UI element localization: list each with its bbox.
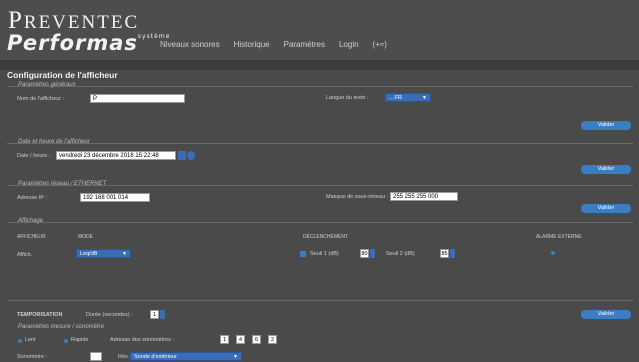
validate-general-button[interactable]: Valider [581, 121, 631, 130]
product-name: Performas [7, 31, 138, 55]
mode-select[interactable]: Leq/dB ▼ [76, 249, 131, 258]
name-label: Nom de l'afficheur : [17, 96, 65, 102]
seuil1-spinner[interactable] [370, 249, 375, 258]
mask-label: Masque de sous-réseau : [326, 194, 389, 200]
duration-spinner[interactable] [160, 310, 165, 319]
trigger-checkbox[interactable] [300, 251, 306, 257]
radio-fast[interactable] [64, 339, 68, 343]
seuil2-input[interactable]: 85 [440, 249, 449, 258]
name-input[interactable]: P [90, 94, 185, 103]
alarm-indicator[interactable] [551, 251, 555, 255]
radio-slow[interactable] [18, 339, 22, 343]
ip-label: Adresse IP : [17, 195, 47, 201]
seuil2-label: Seuil 2 (dB) [386, 251, 415, 257]
datetime-legend: Date et heure de l'afficheur [18, 139, 90, 145]
lang-label: Langue du texte : [326, 95, 369, 101]
lang-select[interactable]: …FR ▼ [385, 93, 431, 102]
nav-login[interactable]: Login [339, 40, 359, 49]
col-afficheur: AFFICHEUR [17, 234, 46, 240]
general-legend: Paramètres généraux [18, 82, 76, 88]
logo-cap: P [8, 7, 24, 34]
validate-web-button[interactable]: Valider [581, 310, 631, 319]
section-divider [7, 222, 633, 223]
digit-input[interactable]: 4 [236, 335, 245, 344]
digit-input[interactable]: 2 [268, 335, 277, 344]
network-legend: Paramètres réseau / ETHERNET [18, 181, 107, 187]
digit-input[interactable]: 1 [220, 335, 229, 344]
datetime-label: Date / heure : [17, 153, 51, 159]
sensor-value: Sonde d'extérieur [134, 354, 177, 360]
display-legend: Affichage [18, 218, 44, 224]
mode-value: Leq/dB [80, 251, 98, 257]
page-title: Configuration de l'afficheur [7, 70, 118, 80]
section-divider [7, 143, 633, 144]
duration-label: Durée (secondes) : [86, 312, 133, 318]
main-nav: Niveaux sonores Historique Paramètres Lo… [160, 40, 401, 49]
col-declenchement: DÉCLENCHEMENT [303, 234, 349, 240]
sub-bar [0, 60, 639, 70]
mask-input[interactable]: 255 255 255 000 [390, 192, 458, 201]
chevron-down-icon: ▼ [422, 95, 427, 101]
validate-network-button[interactable]: Valider [581, 204, 631, 213]
seuil1-input[interactable]: 80 [360, 249, 369, 258]
nav-extra[interactable]: (+≈) [373, 40, 387, 49]
digits-label: Adresse des sonomètres : [110, 337, 174, 343]
sensor-select[interactable]: Sonde d'extérieur ▼ [130, 352, 242, 361]
datetime-input[interactable]: vendredi 23 décembre 2016 15:22:48 [56, 151, 176, 160]
duration-input[interactable]: 1 [150, 310, 159, 319]
radio-slow-label: Lent [25, 337, 36, 343]
chevron-down-icon: ▼ [233, 354, 238, 360]
temporisation-label: TEMPORISATION [17, 312, 63, 318]
header: PREVENTEC Performassystème Niveaux sonor… [0, 0, 639, 60]
digit-input[interactable]: 6 [252, 335, 261, 344]
logo-rest: REVENTEC [23, 12, 140, 33]
validate-datetime-button[interactable]: Valider [581, 165, 631, 174]
radio-fast-label: Rapide [71, 337, 89, 343]
lang-value: …FR [389, 95, 402, 101]
nav-historique[interactable]: Historique [234, 40, 270, 49]
section-divider [7, 86, 633, 87]
product-sup: système [137, 33, 171, 40]
section-divider [7, 300, 633, 301]
nav-parametres[interactable]: Paramètres [284, 40, 325, 49]
col-mode: MODE [78, 234, 93, 240]
clock-icon[interactable] [187, 151, 195, 160]
product-logo: Performassystème [7, 31, 170, 55]
bottom-input[interactable] [90, 352, 102, 361]
bottom-label2: Rés : [118, 354, 131, 360]
ip-input[interactable]: 192 168 001 014 [80, 193, 150, 202]
seuil1-label: Seuil 1 (dB) [310, 251, 339, 257]
bottom-label1: Sonomètre : [17, 354, 47, 360]
nav-niveaux[interactable]: Niveaux sonores [160, 40, 220, 49]
seuil2-spinner[interactable] [450, 249, 455, 258]
chevron-down-icon: ▼ [122, 251, 127, 257]
display-row-label: Affich. [17, 252, 33, 258]
measure-legend: Paramètres mesure / sonomètre [18, 324, 105, 330]
calendar-icon[interactable] [178, 151, 186, 160]
col-alarme: ALARME EXTERNE [536, 234, 582, 240]
